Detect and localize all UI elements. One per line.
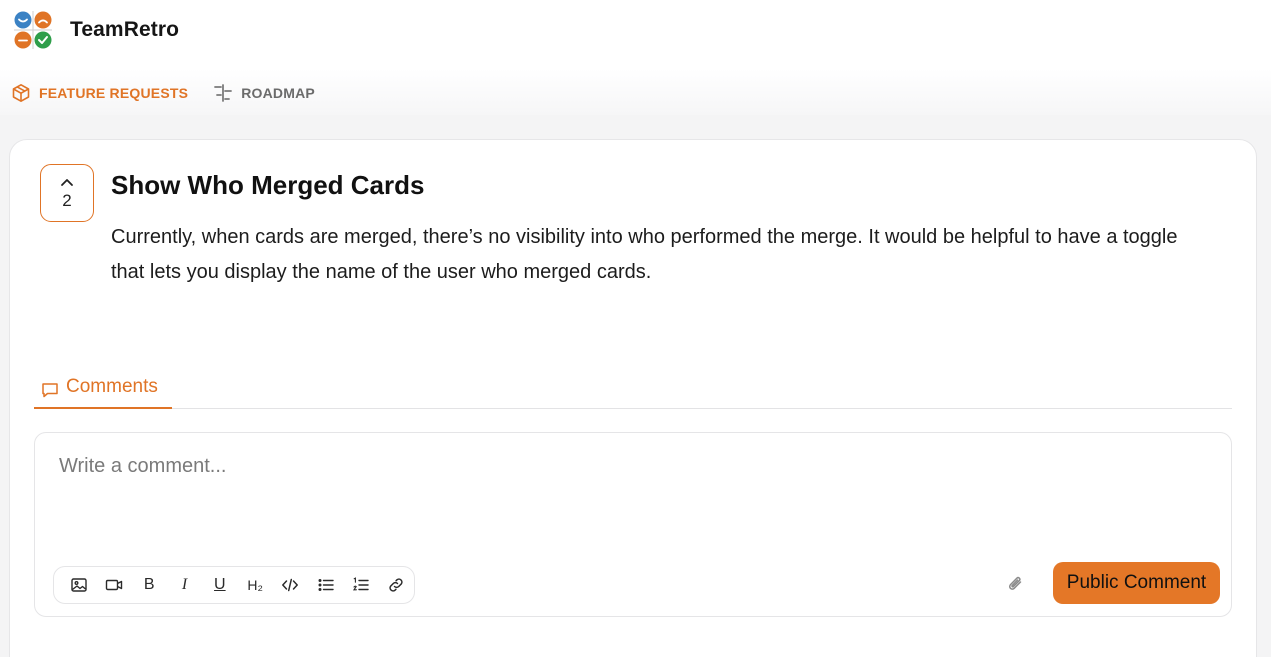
underline-icon[interactable]: U [202,570,237,600]
teamretro-logo [14,11,52,49]
upvote-button[interactable]: 2 [40,164,94,222]
tab-label: Comments [66,376,158,397]
nav-roadmap[interactable]: ROADMAP [212,82,315,104]
main-nav: FEATURE REQUESTS ROADMAP [10,82,315,104]
comment-editor: B I U H₂ [34,432,1232,617]
tab-comments[interactable]: Comments [34,376,172,409]
italic-icon[interactable]: I [167,570,202,600]
bullet-list-icon[interactable] [308,570,343,600]
vote-count: 2 [62,190,72,210]
public-comment-button[interactable]: Public Comment [1053,562,1220,604]
link-icon[interactable] [379,570,414,600]
chevron-up-icon [61,178,73,186]
brand[interactable]: TeamRetro [14,11,179,49]
comment-input[interactable] [35,433,1231,553]
paperclip-icon[interactable] [1005,573,1027,595]
app-name: TeamRetro [70,18,180,41]
top-header: TeamRetro FEATURE REQUESTS ROADMAP [0,0,1271,115]
nav-label: ROADMAP [241,85,315,101]
comment-tabs: Comments [34,376,1232,409]
video-icon[interactable] [96,570,131,600]
feature-request-card: 2 Show Who Merged Cards Currently, when … [9,139,1257,657]
comment-icon [42,383,58,398]
formatting-toolbar: B I U H₂ [53,566,415,604]
roadmap-icon [212,82,234,104]
bold-icon[interactable]: B [132,570,167,600]
post-title: Show Who Merged Cards [111,170,425,200]
post-description: Currently, when cards are merged, there’… [111,226,1178,283]
code-icon[interactable] [273,570,308,600]
nav-label: FEATURE REQUESTS [39,85,189,101]
heading-icon[interactable]: H₂ [237,570,272,600]
nav-feature-requests[interactable]: FEATURE REQUESTS [10,82,188,104]
image-icon[interactable] [61,570,96,600]
numbered-list-icon[interactable] [343,570,378,600]
box-icon [10,82,32,104]
